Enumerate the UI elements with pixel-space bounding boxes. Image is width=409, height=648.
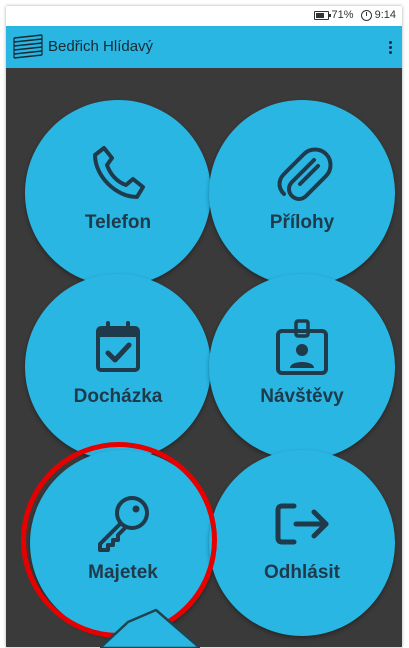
tile-odhlasit[interactable]: Odhlásit (209, 450, 395, 636)
tile-telefon[interactable]: Telefon (25, 100, 211, 286)
tile-prilohy[interactable]: Přílohy (209, 100, 395, 286)
phone-icon (93, 146, 145, 199)
clock-icon (360, 9, 372, 21)
app-logo-icon (13, 34, 43, 59)
id-badge-icon (276, 319, 328, 375)
status-time: 9:14 (374, 9, 396, 21)
tile-label: Návštěvy (260, 386, 344, 407)
status-bar: 71% 9:14 (6, 6, 402, 26)
calendar-check-icon (96, 321, 140, 372)
app-title: Bedřich Hlídavý (48, 38, 154, 55)
paperclip-icon (277, 147, 333, 201)
tile-label: Telefon (84, 212, 152, 233)
tile-label: Přílohy (269, 212, 335, 233)
tile-label: Majetek (88, 562, 158, 583)
battery-icon (313, 10, 331, 20)
more-vert-icon[interactable] (382, 36, 398, 58)
key-icon (98, 496, 149, 552)
tile-dochazka[interactable]: Docházka (25, 274, 211, 460)
device-screen: 71% 9:14 Bedřich Hlídavý Telefon Přílohy… (6, 6, 402, 647)
status-indicators: 71% 9:14 (313, 9, 396, 21)
app-bar: Bedřich Hlídavý (6, 26, 402, 68)
logout-icon (275, 503, 329, 545)
tile-label: Docházka (73, 386, 163, 407)
pointer-arrow (100, 608, 200, 648)
battery-level: 71% (331, 9, 354, 21)
tile-navstevy[interactable]: Návštěvy (209, 274, 395, 460)
tile-label: Odhlásit (263, 562, 340, 583)
